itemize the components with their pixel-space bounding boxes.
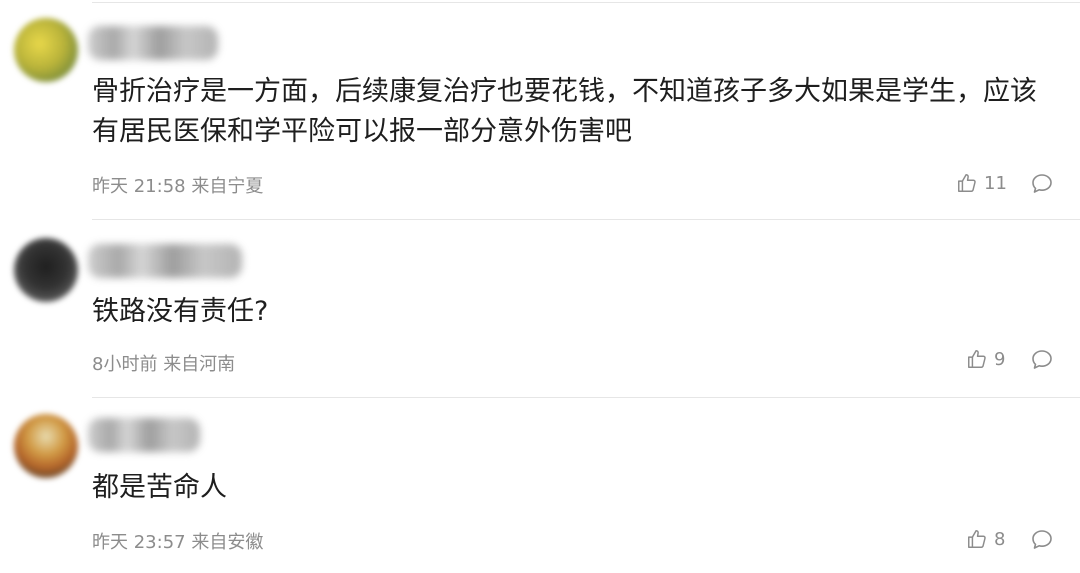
comment-meta: 昨天 23:57 来自安徽 [92, 528, 263, 554]
like-count: 8 [994, 528, 1006, 550]
comment-item: 都是苦命人 昨天 23:57 来自安徽 8 [0, 398, 1080, 573]
username-blurred[interactable] [88, 26, 218, 60]
comment-time: 8小时前 [92, 354, 158, 375]
comment-meta: 昨天 21:58 来自宁夏 [92, 172, 263, 198]
comment-time: 昨天 21:58 [92, 176, 186, 197]
comment-time: 昨天 23:57 [92, 532, 186, 553]
like-button[interactable]: 9 [966, 348, 1005, 370]
avatar[interactable] [14, 18, 78, 82]
comment-location: 来自宁夏 [191, 176, 264, 197]
username-blurred[interactable] [88, 418, 200, 452]
comment-text: 骨折治疗是一方面，后续康复治疗也要花钱，不知道孩子多大如果是学生，应该有居民医保… [92, 76, 1037, 147]
like-count: 9 [994, 348, 1006, 370]
comment-location: 来自安徽 [191, 532, 264, 553]
like-count: 11 [984, 172, 1007, 194]
comment-text: 铁路没有责任? [92, 296, 269, 327]
avatar[interactable] [14, 414, 78, 478]
comment-item: 骨折治疗是一方面，后续康复治疗也要花钱，不知道孩子多大如果是学生，应该有居民医保… [0, 0, 1080, 220]
comment-location: 来自河南 [163, 354, 236, 375]
username-blurred[interactable] [88, 244, 242, 278]
comment-item: 铁路没有责任? 8小时前 来自河南 9 [0, 220, 1080, 398]
thumbs-up-icon [968, 530, 986, 548]
thumbs-up-icon [958, 174, 976, 192]
avatar[interactable] [14, 238, 78, 302]
like-button[interactable]: 11 [956, 172, 1007, 194]
comment-bubble-icon[interactable] [1030, 172, 1054, 196]
thumbs-up-icon [968, 350, 986, 368]
like-button[interactable]: 8 [966, 528, 1005, 550]
comment-meta: 8小时前 来自河南 [92, 350, 235, 376]
comment-text: 都是苦命人 [92, 472, 227, 503]
comment-bubble-icon[interactable] [1030, 348, 1054, 372]
comment-bubble-icon[interactable] [1030, 528, 1054, 552]
